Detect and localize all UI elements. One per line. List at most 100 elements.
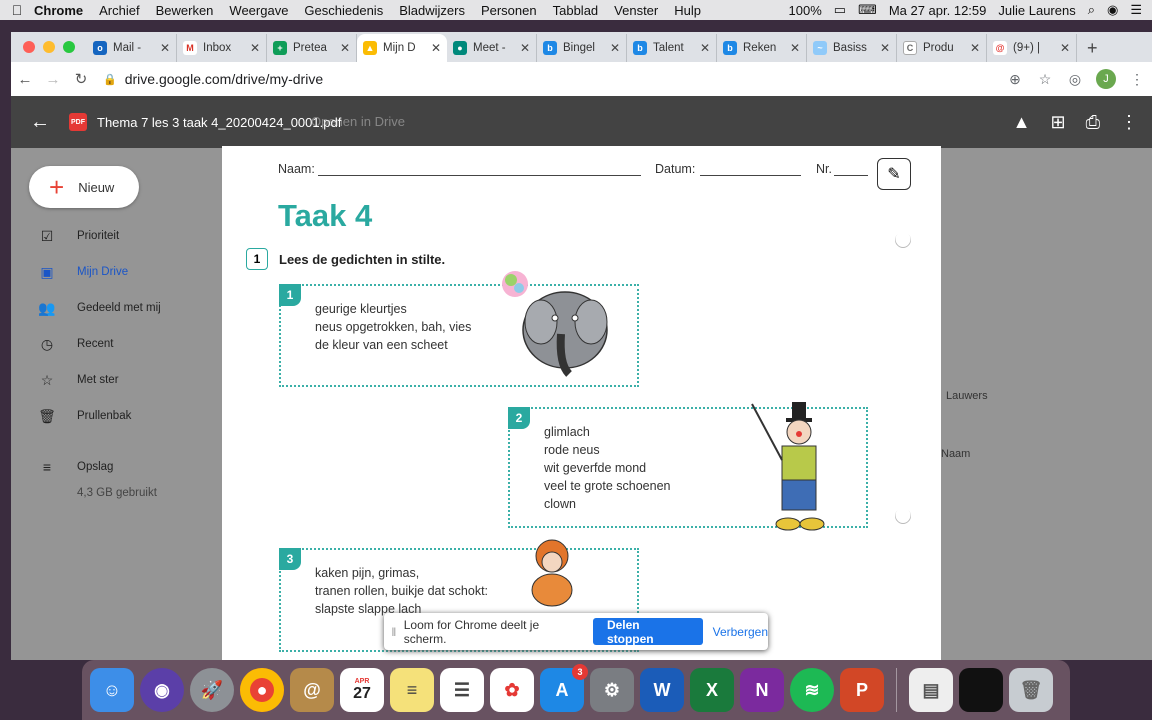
- maximize-window-button[interactable]: [63, 41, 75, 53]
- print-icon[interactable]: ⎙: [1086, 112, 1100, 133]
- battery-percent[interactable]: 100%: [789, 3, 822, 18]
- tab-sheets[interactable]: + Pretea ✕: [267, 34, 357, 62]
- tab-title: Produ: [923, 42, 954, 54]
- name-column-header[interactable]: Naam: [941, 448, 970, 460]
- menu-geschiedenis[interactable]: Geschiedenis: [304, 3, 383, 18]
- more-menu-icon[interactable]: ⋮: [1122, 71, 1152, 88]
- calendar-icon[interactable]: APR 27: [340, 668, 384, 712]
- chrome-icon[interactable]: ●: [240, 668, 284, 712]
- word-icon[interactable]: W: [640, 668, 684, 712]
- close-tab-icon[interactable]: ✕: [160, 41, 170, 55]
- reload-icon[interactable]: ↻: [67, 70, 95, 88]
- drag-handle-icon[interactable]: ‖: [384, 625, 404, 639]
- menu-hulp[interactable]: Hulp: [674, 3, 701, 18]
- add-to-drive-icon[interactable]: ▲: [1013, 112, 1031, 133]
- close-tab-icon[interactable]: ✕: [790, 41, 800, 55]
- more-actions-icon[interactable]: ⋮: [1120, 112, 1138, 133]
- sidebar-item-starred[interactable]: ☆ Met ster: [37, 367, 119, 393]
- photos-icon[interactable]: ✿: [490, 668, 534, 712]
- tab-title: Inbox: [203, 42, 232, 54]
- reminders-icon[interactable]: ☰: [440, 668, 484, 712]
- pdf-filename: Thema 7 les 3 taak 4_20200424_0001.pdf: [97, 114, 342, 130]
- hide-button[interactable]: Verbergen: [713, 625, 768, 639]
- keyboard-layout-icon[interactable]: ⌨: [858, 2, 877, 18]
- back-arrow-icon[interactable]: ←: [11, 111, 69, 134]
- apple-icon[interactable]: : [0, 2, 34, 18]
- dock-separator: [896, 668, 897, 712]
- screen-recording-icon[interactable]: [959, 668, 1003, 712]
- notification-center-icon[interactable]: ☰: [1130, 2, 1142, 18]
- tab-mail[interactable]: o Mail - ✕: [87, 34, 177, 62]
- menu-venster[interactable]: Venster: [614, 3, 658, 18]
- close-tab-icon[interactable]: ✕: [250, 41, 260, 55]
- sidebar-item-storage[interactable]: ≡ Opslag: [37, 454, 114, 480]
- menu-app-name[interactable]: Chrome: [34, 3, 83, 18]
- tab-basis[interactable]: ~ Basiss ✕: [807, 34, 897, 62]
- clock-datetime[interactable]: Ma 27 apr. 12:59: [889, 3, 987, 18]
- tab-meet[interactable]: ● Meet - ✕: [447, 34, 537, 62]
- tab-produ[interactable]: C Produ ✕: [897, 34, 987, 62]
- close-tab-icon[interactable]: ✕: [1060, 41, 1070, 55]
- finder-icon[interactable]: ☺: [90, 668, 134, 712]
- document-stack-icon[interactable]: ▤: [909, 668, 953, 712]
- tab-talent[interactable]: b Talent ✕: [627, 34, 717, 62]
- tab-bingel[interactable]: b Bingel ✕: [537, 34, 627, 62]
- close-tab-icon[interactable]: ✕: [431, 41, 441, 55]
- address-bar[interactable]: 🔒 drive.google.com/drive/my-drive: [103, 65, 1000, 93]
- forward-icon[interactable]: →: [39, 71, 67, 88]
- sidebar-item-shared[interactable]: 👥 Gedeeld met mij: [37, 295, 160, 321]
- extension-icon[interactable]: ◎: [1060, 71, 1090, 88]
- siri-icon[interactable]: ◉: [1107, 2, 1118, 18]
- back-icon[interactable]: ←: [11, 71, 39, 88]
- powerpoint-icon[interactable]: P: [840, 668, 884, 712]
- naam-label: Naam:: [278, 162, 315, 176]
- user-name[interactable]: Julie Laurens: [998, 3, 1075, 18]
- new-button[interactable]: + Nieuw: [29, 166, 139, 208]
- menu-bladwijzers[interactable]: Bladwijzers: [399, 3, 465, 18]
- trash-bin-icon[interactable]: 🗑: [1009, 668, 1053, 712]
- add-icon[interactable]: ⊕: [1000, 71, 1030, 88]
- notes-icon[interactable]: ≡: [390, 668, 434, 712]
- profile-avatar[interactable]: J: [1096, 69, 1116, 89]
- tab-reken[interactable]: b Reken ✕: [717, 34, 807, 62]
- sidebar-item-priority[interactable]: ☑ Prioriteit: [37, 223, 119, 249]
- close-tab-icon[interactable]: ✕: [970, 41, 980, 55]
- close-tab-icon[interactable]: ✕: [520, 41, 530, 55]
- excel-icon[interactable]: X: [690, 668, 734, 712]
- tab-my-drive[interactable]: ▲ Mijn D ✕: [357, 34, 447, 62]
- close-tab-icon[interactable]: ✕: [880, 41, 890, 55]
- menu-archief[interactable]: Archief: [99, 3, 139, 18]
- new-tab-button[interactable]: +: [1087, 34, 1098, 62]
- menu-tabblad[interactable]: Tabblad: [553, 3, 599, 18]
- menu-personen[interactable]: Personen: [481, 3, 537, 18]
- url-text[interactable]: drive.google.com/drive/my-drive: [125, 71, 323, 87]
- close-tab-icon[interactable]: ✕: [700, 41, 710, 55]
- poem-line: de kleur van een scheet: [315, 338, 448, 352]
- launchpad-icon[interactable]: 🚀: [190, 668, 234, 712]
- tab-notifications[interactable]: @ (9+) | ✕: [987, 34, 1077, 62]
- minimize-window-button[interactable]: [43, 41, 55, 53]
- close-window-button[interactable]: [23, 41, 35, 53]
- tab-inbox[interactable]: M Inbox ✕: [177, 34, 267, 62]
- nr-line: [834, 175, 868, 176]
- spotify-icon[interactable]: ≋: [790, 668, 834, 712]
- menu-bewerken[interactable]: Bewerken: [156, 3, 214, 18]
- lock-icon[interactable]: 🔒: [103, 73, 117, 86]
- app-store-icon[interactable]: A3: [540, 664, 588, 712]
- system-preferences-icon[interactable]: ⚙: [590, 668, 634, 712]
- onenote-icon[interactable]: N: [740, 668, 784, 712]
- sidebar-item-trash[interactable]: 🗑 Prullenbak: [37, 403, 131, 429]
- siri-icon[interactable]: ◉: [140, 668, 184, 712]
- spotlight-icon[interactable]: ⌕: [1088, 2, 1095, 18]
- close-tab-icon[interactable]: ✕: [340, 41, 350, 55]
- contacts-icon[interactable]: @: [290, 668, 334, 712]
- add-comment-icon[interactable]: ⊞: [1051, 112, 1066, 133]
- menu-weergave[interactable]: Weergave: [229, 3, 288, 18]
- sidebar-item-my-drive[interactable]: ▣ Mijn Drive: [37, 259, 128, 285]
- battery-icon[interactable]: ▭: [834, 2, 846, 18]
- open-with-label[interactable]: Openen in Drive: [311, 114, 405, 129]
- bookmark-star-icon[interactable]: ☆: [1030, 71, 1060, 88]
- close-tab-icon[interactable]: ✕: [610, 41, 620, 55]
- sidebar-item-recent[interactable]: ◷ Recent: [37, 331, 114, 357]
- stop-sharing-button[interactable]: Delen stoppen: [592, 618, 703, 646]
